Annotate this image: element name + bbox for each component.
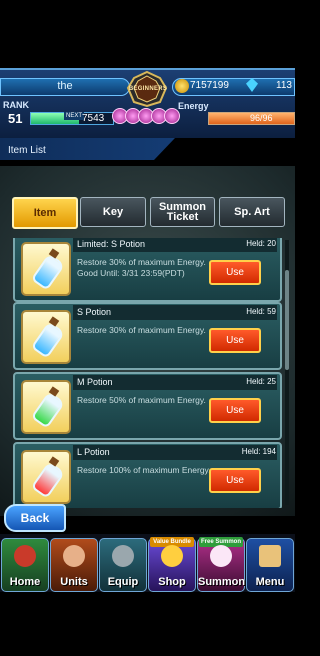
list-item: L Potion Held: 194 Restore 100% of maxim… <box>13 442 282 508</box>
use-button[interactable]: Use <box>209 468 261 493</box>
exp-to-next: 7543 <box>82 113 105 124</box>
nav-units[interactable]: Units <box>50 538 98 592</box>
nav-menu[interactable]: Menu <box>246 538 294 592</box>
item-name: Limited: S Potion <box>77 239 146 249</box>
energy-value: 96/96 <box>250 113 273 123</box>
item-description: Restore 100% of maximum Energy. <box>77 465 211 475</box>
item-held: Held: 59 <box>246 307 276 316</box>
potion-icon <box>21 450 71 504</box>
item-name: L Potion <box>77 447 110 457</box>
scroll-thumb[interactable] <box>285 270 289 370</box>
list-item: S Potion Held: 59 Restore 30% of maximum… <box>13 302 282 370</box>
use-button[interactable]: Use <box>209 328 261 353</box>
potion-icon <box>21 380 71 434</box>
back-button[interactable]: Back <box>4 504 66 532</box>
potion-icon <box>21 242 71 296</box>
list-item: Limited: S Potion Held: 20 Restore 30% o… <box>13 238 282 302</box>
list-scrollbar[interactable] <box>285 240 289 505</box>
energy-label: Energy <box>178 101 209 111</box>
coin-count: 7157199 <box>190 80 229 91</box>
item-held: Held: 194 <box>241 447 276 456</box>
tab-key[interactable]: Key <box>80 197 146 227</box>
nav-equip-label: Equip <box>107 576 139 588</box>
potion-bottle <box>30 321 66 359</box>
list-item: M Potion Held: 25 Restore 50% of maximum… <box>13 372 282 440</box>
nav-home[interactable]: Home <box>1 538 49 592</box>
use-button[interactable]: Use <box>209 260 261 285</box>
item-list[interactable]: Limited: S Potion Held: 20 Restore 30% o… <box>8 238 282 508</box>
potion-icon <box>21 310 71 364</box>
potion-bottle <box>30 253 66 291</box>
item-description: Restore 30% of maximum Energy. <box>77 325 206 335</box>
item-name: S Potion <box>77 307 112 317</box>
shop-icon <box>161 545 183 567</box>
equip-icon <box>112 545 134 567</box>
home-icon <box>14 545 36 567</box>
tab-summon-ticket[interactable]: Summon Ticket <box>150 197 215 227</box>
gem-count: 113 <box>276 80 292 91</box>
item-name: M Potion <box>77 377 113 387</box>
nav-home-label: Home <box>9 576 41 588</box>
item-description: Restore 30% of maximum Energy. Good Unti… <box>77 257 206 278</box>
player-name: the <box>57 80 73 92</box>
rank-value: 51 <box>8 111 23 126</box>
nav-shop[interactable]: Value Bundle Shop <box>148 537 196 592</box>
summon-icon <box>210 545 232 567</box>
nav-summon[interactable]: Free Summon Summon <box>197 537 246 592</box>
page-title: Item List <box>8 145 46 156</box>
potion-bottle <box>30 461 66 499</box>
item-held: Held: 25 <box>246 377 276 386</box>
player-name-bar[interactable]: the <box>0 78 130 96</box>
item-description: Restore 50% of maximum Energy. <box>77 395 206 405</box>
orb-row <box>112 108 182 124</box>
potion-bottle <box>30 391 66 429</box>
nav-units-label: Units <box>60 576 88 588</box>
use-button[interactable]: Use <box>209 398 261 423</box>
nav-summon-label: Summon <box>198 576 246 588</box>
nav-menu-label: Menu <box>255 576 285 588</box>
next-label: NEXT <box>64 112 85 120</box>
item-held: Held: 20 <box>246 239 276 248</box>
tab-item[interactable]: Item <box>12 197 78 229</box>
menu-book-icon <box>259 545 281 567</box>
coin-icon <box>175 79 189 93</box>
nav-shop-label: Shop <box>158 576 186 588</box>
rank-label: RANK <box>3 100 29 110</box>
units-icon <box>63 545 85 567</box>
crest-label: BEGINNERS <box>128 86 168 92</box>
nav-equip[interactable]: Equip <box>99 538 147 592</box>
tab-sp-art[interactable]: Sp. Art <box>219 197 285 227</box>
